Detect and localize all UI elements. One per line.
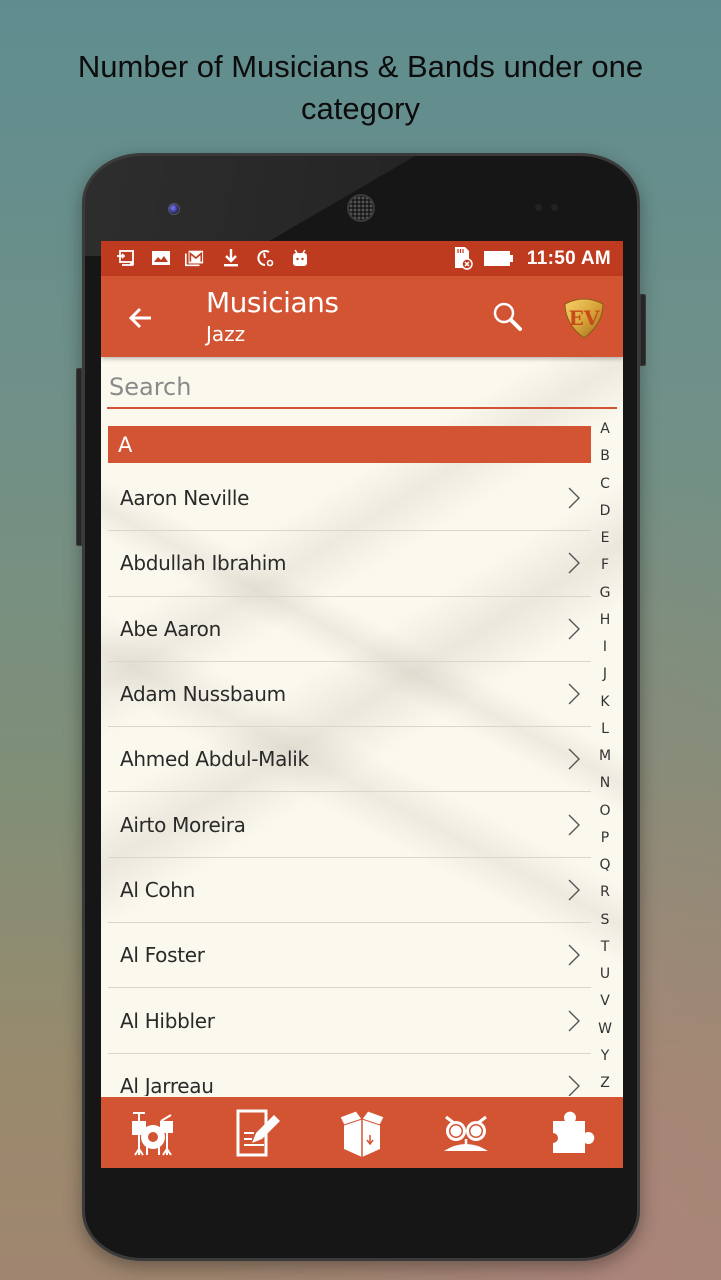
musician-name: Al Jarreau bbox=[120, 1073, 214, 1096]
battery-icon bbox=[484, 251, 513, 266]
chevron-right-icon bbox=[568, 487, 580, 509]
index-letter-t[interactable]: T bbox=[601, 939, 610, 955]
nav-box[interactable] bbox=[332, 1105, 392, 1161]
musician-name: Al Foster bbox=[120, 943, 205, 968]
chevron-right-icon bbox=[568, 944, 580, 966]
chevron-right-icon bbox=[568, 748, 580, 770]
drum-kit-icon bbox=[132, 1111, 174, 1156]
nav-owl[interactable] bbox=[436, 1105, 496, 1161]
musician-list-item[interactable]: Adam Nussbaum bbox=[108, 662, 591, 728]
front-camera bbox=[168, 203, 180, 215]
speed-tool-icon bbox=[257, 250, 274, 267]
promo-caption: Number of Musicians & Bands under one ca… bbox=[0, 46, 721, 130]
image-icon bbox=[152, 251, 170, 265]
chevron-right-icon bbox=[568, 552, 580, 574]
musician-list[interactable]: Aaron Neville Abdullah Ibrahim Abe Aaron Ad… bbox=[108, 466, 591, 1096]
index-letter-m[interactable]: M bbox=[599, 748, 611, 764]
musician-list-item[interactable]: Al Jarreau bbox=[108, 1054, 591, 1096]
index-letter-p[interactable]: P bbox=[601, 830, 609, 846]
index-letter-e[interactable]: E bbox=[601, 530, 610, 546]
index-letter-y[interactable]: Y bbox=[601, 1048, 610, 1064]
chevron-right-icon bbox=[568, 683, 580, 705]
chevron-right-icon bbox=[568, 618, 580, 640]
gmail-icon bbox=[185, 250, 204, 267]
chevron-right-icon bbox=[568, 879, 580, 901]
musician-name: Abdullah Ibrahim bbox=[120, 551, 287, 576]
musician-list-item[interactable]: Al Foster bbox=[108, 923, 591, 989]
light-sensor bbox=[551, 204, 558, 211]
index-letter-n[interactable]: N bbox=[600, 775, 610, 791]
index-letter-k[interactable]: K bbox=[600, 694, 609, 710]
index-letter-c[interactable]: C bbox=[600, 476, 610, 492]
musician-list-item[interactable]: Ahmed Abdul-Malik bbox=[108, 727, 591, 793]
nav-extras[interactable] bbox=[541, 1105, 601, 1161]
logo-text: EV bbox=[569, 306, 600, 330]
owl-icon bbox=[444, 1115, 489, 1151]
nav-drum-kit[interactable] bbox=[123, 1105, 183, 1161]
screen-cast-icon bbox=[117, 250, 134, 266]
musician-list-item[interactable]: Abdullah Ibrahim bbox=[108, 531, 591, 597]
index-letter-i[interactable]: I bbox=[603, 639, 607, 655]
musician-name: Abe Aaron bbox=[120, 616, 221, 641]
musician-list-item[interactable]: Aaron Neville bbox=[108, 466, 591, 532]
musician-name: Aaron Neville bbox=[120, 486, 250, 511]
index-letter-f[interactable]: F bbox=[601, 557, 609, 573]
chevron-right-icon bbox=[568, 1010, 580, 1032]
index-letter-g[interactable]: G bbox=[600, 585, 611, 601]
app-logo-icon[interactable]: EV bbox=[561, 294, 607, 340]
proximity-sensor bbox=[535, 204, 542, 211]
edit-document-icon bbox=[236, 1109, 280, 1156]
search-input[interactable] bbox=[107, 369, 617, 405]
musician-name: Al Hibbler bbox=[120, 1008, 215, 1033]
bottom-navigation bbox=[101, 1097, 623, 1168]
musician-list-item[interactable]: Al Hibbler bbox=[108, 988, 591, 1054]
section-header-a: A bbox=[108, 426, 591, 463]
index-letter-l[interactable]: L bbox=[601, 721, 609, 737]
index-letter-z[interactable]: Z bbox=[600, 1075, 610, 1091]
index-letter-q[interactable]: Q bbox=[599, 857, 610, 873]
nav-write[interactable] bbox=[228, 1105, 288, 1161]
musician-name: Ahmed Abdul-Malik bbox=[120, 747, 309, 772]
musician-list-item[interactable]: Abe Aaron bbox=[108, 597, 591, 662]
caption-line-1: Number of Musicians & Bands under one bbox=[77, 49, 644, 84]
sd-card-error-icon bbox=[455, 247, 473, 270]
app-bar: Musicians Jazz EV bbox=[101, 276, 623, 357]
index-letter-o[interactable]: O bbox=[599, 803, 610, 819]
android-icon bbox=[293, 249, 307, 266]
musician-list-item[interactable]: Airto Moreira bbox=[108, 792, 591, 858]
box-download-icon bbox=[339, 1109, 385, 1157]
musician-list-item[interactable]: Al Cohn bbox=[108, 858, 591, 924]
index-letter-b[interactable]: B bbox=[600, 448, 610, 464]
page-title: Musicians bbox=[206, 286, 339, 319]
search-field bbox=[107, 369, 617, 409]
alphabet-index[interactable]: ABCDEFGHIJKLMNOPQRSTUVWYZ bbox=[593, 421, 617, 1091]
index-letter-r[interactable]: R bbox=[600, 884, 610, 900]
earpiece-speaker bbox=[347, 194, 375, 222]
musician-name: Adam Nussbaum bbox=[120, 682, 286, 707]
index-letter-h[interactable]: H bbox=[600, 612, 611, 628]
musician-name: Al Cohn bbox=[120, 877, 196, 902]
index-letter-s[interactable]: S bbox=[601, 912, 610, 928]
index-letter-a[interactable]: A bbox=[600, 421, 610, 437]
index-letter-j[interactable]: J bbox=[603, 666, 607, 682]
power-button bbox=[640, 294, 646, 366]
status-bar: 11:50 AM bbox=[101, 241, 623, 276]
chevron-right-icon bbox=[568, 1075, 580, 1096]
search-icon[interactable] bbox=[491, 300, 525, 334]
index-letter-w[interactable]: W bbox=[598, 1021, 612, 1037]
index-letter-v[interactable]: V bbox=[600, 993, 610, 1009]
index-letter-d[interactable]: D bbox=[600, 503, 611, 519]
puzzle-icon bbox=[552, 1111, 595, 1153]
status-time: 11:50 AM bbox=[526, 248, 611, 269]
musician-name: Airto Moreira bbox=[120, 812, 246, 837]
download-icon bbox=[224, 249, 238, 267]
back-arrow-icon[interactable] bbox=[123, 300, 159, 336]
caption-line-2: category bbox=[301, 91, 420, 126]
chevron-right-icon bbox=[568, 814, 580, 836]
page-subtitle: Jazz bbox=[206, 322, 246, 346]
index-letter-u[interactable]: U bbox=[600, 966, 610, 982]
app-screen: 11:50 AM Musicians Jazz EV A bbox=[101, 241, 623, 1168]
